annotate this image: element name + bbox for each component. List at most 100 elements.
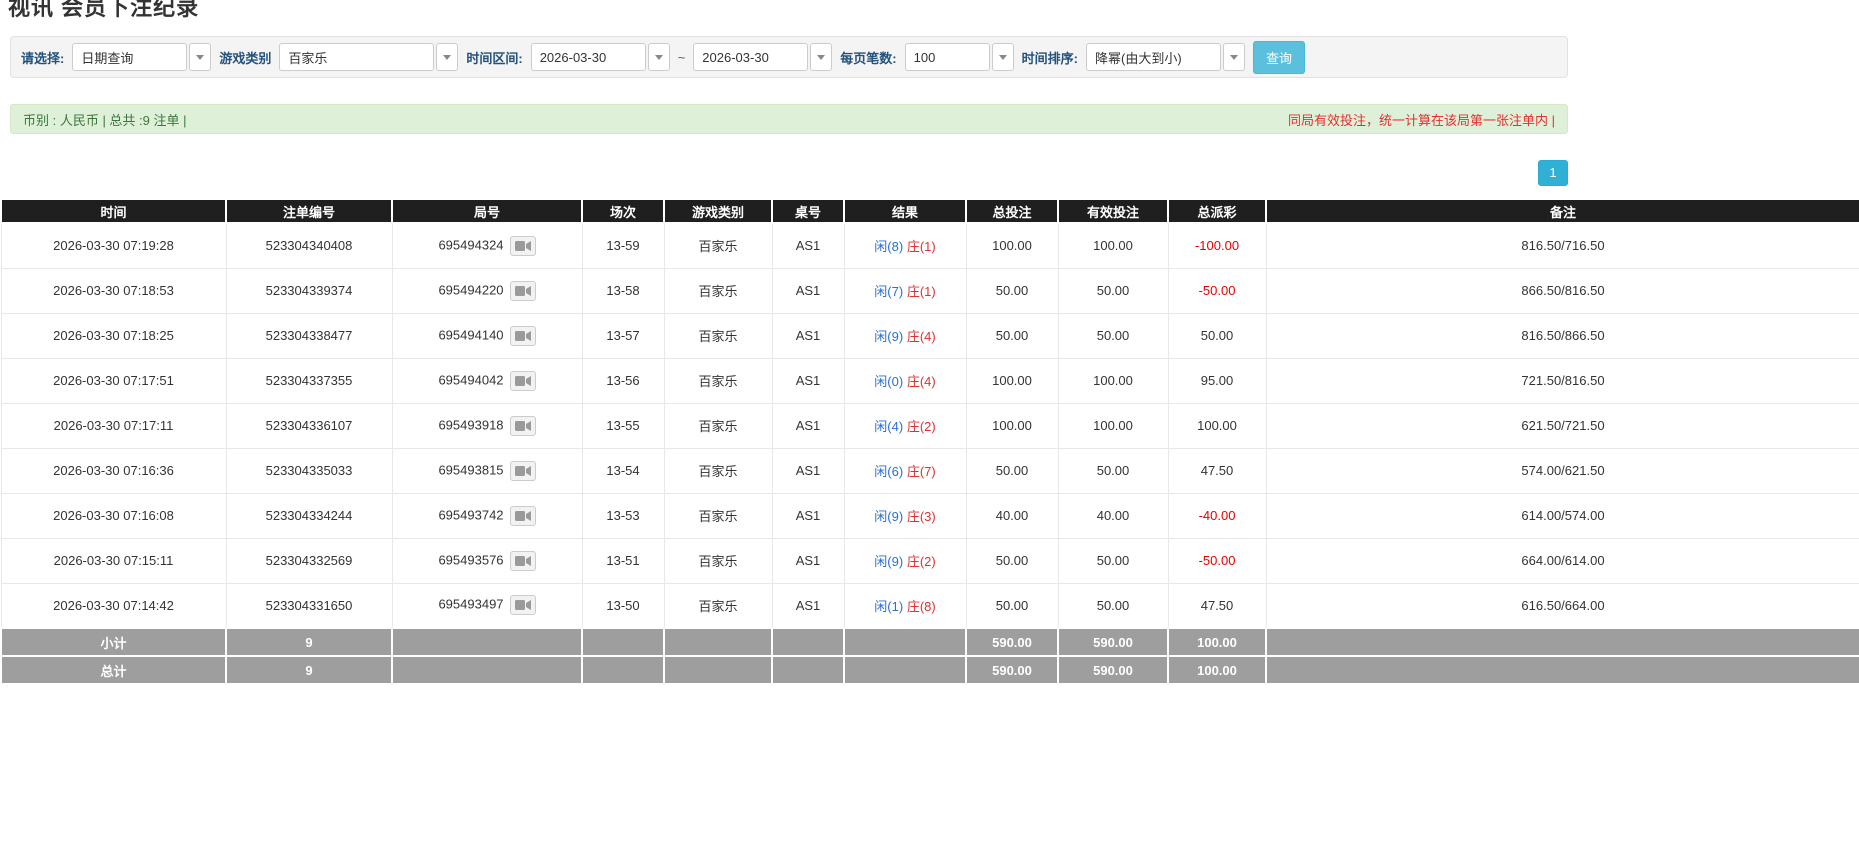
- cell-bet-id: 523304335033: [225, 447, 393, 494]
- cell-total-bet-link[interactable]: 100.00: [965, 357, 1059, 404]
- cell-result: 闲(9) 庄(4): [843, 312, 967, 359]
- video-camera-icon: [514, 555, 531, 566]
- video-replay-button[interactable]: [509, 325, 536, 346]
- cell-total-bet-link[interactable]: 40.00: [965, 492, 1059, 539]
- game-type-combo: [279, 43, 459, 71]
- player-result: 闲(9): [874, 329, 904, 344]
- date-from-input[interactable]: [530, 43, 646, 71]
- cell-total-bet-link[interactable]: 50.00: [965, 312, 1059, 359]
- banker-result: 庄(2): [906, 554, 936, 569]
- query-type-label: 请选择:: [21, 50, 65, 66]
- cell-bet-id: 523304337355: [225, 357, 393, 404]
- game-type-label: 游戏类别: [219, 50, 272, 66]
- cell-total-bet-link[interactable]: 50.00: [965, 537, 1059, 584]
- col-header-total-bet: 总投注: [965, 198, 1059, 224]
- cell-session: 13-59: [581, 222, 665, 269]
- cell-payout: 47.50: [1167, 447, 1267, 494]
- col-header-valid-bet: 有效投注: [1057, 198, 1169, 224]
- subtotal-empty: [1265, 627, 1859, 657]
- col-header-payout: 总派彩: [1167, 198, 1267, 224]
- table-row: 2026-03-30 07:19:28 523304340408 6954943…: [0, 222, 1859, 269]
- betting-records-table: 时间 注单编号 局号 场次 游戏类别 桌号 结果 总投注 有效投注 总派彩 备注…: [0, 198, 1859, 685]
- cell-session: 13-53: [581, 492, 665, 539]
- subtotal-empty: [581, 627, 665, 657]
- cell-session: 13-56: [581, 357, 665, 404]
- round-id-value: 695493742: [438, 506, 504, 522]
- player-result: 闲(9): [874, 554, 904, 569]
- search-button[interactable]: 查询: [1252, 40, 1305, 74]
- video-replay-button[interactable]: [509, 370, 536, 391]
- query-type-input[interactable]: [72, 43, 188, 71]
- pagination-page-1[interactable]: 1: [1538, 160, 1568, 186]
- cell-bet-id: 523304340408: [225, 222, 393, 269]
- query-type-caret-button[interactable]: [189, 43, 212, 71]
- video-replay-button[interactable]: [509, 505, 536, 526]
- total-empty: [663, 655, 773, 685]
- player-result: 闲(0): [874, 374, 904, 389]
- video-replay-button[interactable]: [509, 280, 536, 301]
- cell-table-no: AS1: [771, 492, 845, 539]
- cell-remark: 616.50/664.00: [1265, 582, 1859, 629]
- cell-valid-bet: 50.00: [1057, 312, 1169, 359]
- video-replay-button[interactable]: [509, 595, 536, 616]
- cell-total-bet-link[interactable]: 50.00: [965, 267, 1059, 314]
- date-from-combo: [530, 43, 670, 71]
- cell-result: 闲(7) 庄(1): [843, 267, 967, 314]
- game-type-input[interactable]: [279, 43, 435, 71]
- cell-bet-id: 523304339374: [225, 267, 393, 314]
- page-size-input[interactable]: [904, 43, 990, 71]
- banker-result: 庄(7): [906, 464, 936, 479]
- cell-result: 闲(6) 庄(7): [843, 447, 967, 494]
- video-replay-button[interactable]: [509, 460, 536, 481]
- player-result: 闲(1): [874, 598, 904, 614]
- time-sort-caret-button[interactable]: [1222, 43, 1245, 71]
- cell-bet-id: 523304332569: [225, 537, 393, 584]
- cell-remark: 574.00/621.50: [1265, 447, 1859, 494]
- cell-table-no: AS1: [771, 267, 845, 314]
- table-row: 2026-03-30 07:18:25 523304338477 6954941…: [0, 312, 1859, 359]
- cell-payout: -50.00: [1167, 267, 1267, 314]
- cell-round-id: 695493918: [391, 402, 583, 449]
- cell-table-no: AS1: [771, 447, 845, 494]
- cell-total-bet-link[interactable]: 100.00: [965, 222, 1059, 269]
- round-id-value: 695493576: [438, 551, 504, 567]
- time-sort-label: 时间排序:: [1021, 50, 1078, 66]
- cell-result: 闲(8) 庄(1): [843, 222, 967, 269]
- date-from-caret-button[interactable]: [647, 43, 670, 71]
- cell-session: 13-58: [581, 267, 665, 314]
- page-size-caret-button[interactable]: [991, 43, 1014, 71]
- subtotal-valid-bet: 590.00: [1057, 627, 1169, 657]
- cell-payout: 95.00: [1167, 357, 1267, 404]
- cell-total-bet-link[interactable]: 100.00: [965, 402, 1059, 449]
- cell-time: 2026-03-30 07:16:36: [0, 447, 227, 494]
- cell-result: 闲(9) 庄(3): [843, 492, 967, 539]
- date-to-caret-button[interactable]: [810, 43, 833, 71]
- cell-remark: 816.50/866.50: [1265, 312, 1859, 359]
- banker-result: 庄(4): [906, 374, 936, 389]
- table-row: 2026-03-30 07:17:11 523304336107 6954939…: [0, 402, 1859, 449]
- cell-session: 13-57: [581, 312, 665, 359]
- subtotal-total-bet: 590.00: [965, 627, 1059, 657]
- cell-table-no: AS1: [771, 357, 845, 404]
- cell-remark: 816.50/716.50: [1265, 222, 1859, 269]
- time-sort-input[interactable]: [1085, 43, 1221, 71]
- date-to-input[interactable]: [693, 43, 809, 71]
- cell-payout: -100.00: [1167, 222, 1267, 269]
- cell-session: 13-50: [581, 582, 665, 629]
- cell-total-bet-link[interactable]: 50.00: [965, 582, 1059, 629]
- video-camera-icon: [514, 420, 531, 431]
- cell-bet-id: 523304338477: [225, 312, 393, 359]
- cell-total-bet-link[interactable]: 50.00: [965, 447, 1059, 494]
- total-empty: [843, 655, 967, 685]
- total-row: 总计 9 590.00 590.00 100.00: [0, 655, 1859, 685]
- chevron-down-icon: [1229, 54, 1238, 60]
- video-replay-button[interactable]: [509, 550, 536, 571]
- col-header-round-id: 局号: [391, 198, 583, 224]
- video-camera-icon: [514, 510, 531, 521]
- subtotal-empty: [843, 627, 967, 657]
- cell-remark: 664.00/614.00: [1265, 537, 1859, 584]
- game-type-caret-button[interactable]: [436, 43, 459, 71]
- video-replay-button[interactable]: [509, 415, 536, 436]
- video-replay-button[interactable]: [509, 235, 536, 256]
- cell-game-type: 百家乐: [663, 537, 773, 584]
